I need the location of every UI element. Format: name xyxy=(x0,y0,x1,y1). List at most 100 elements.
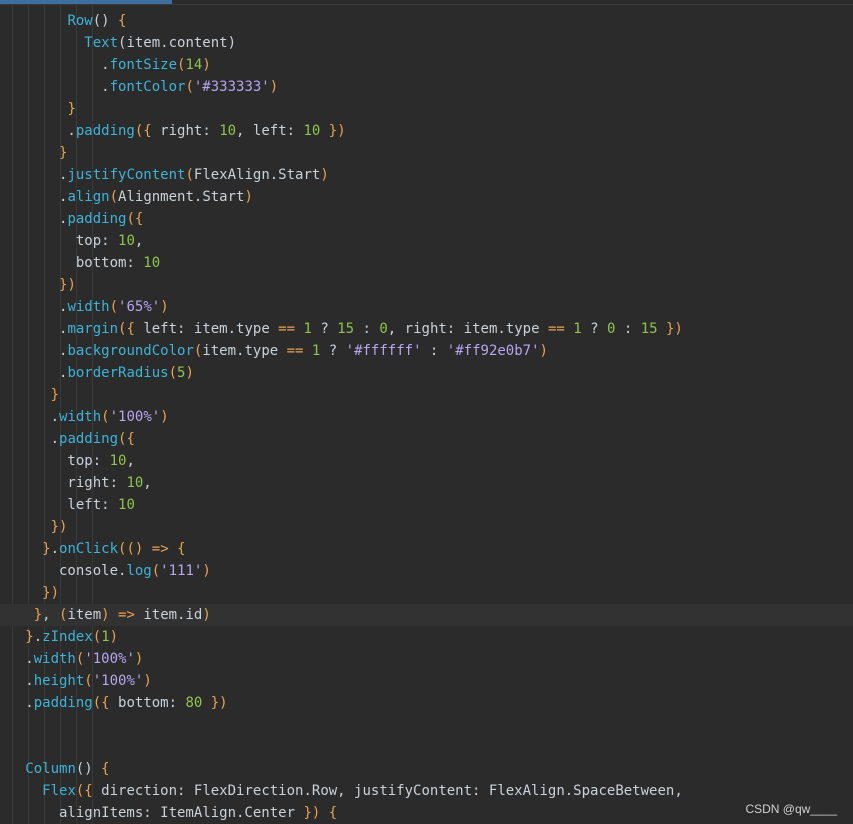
code-token: right: xyxy=(160,123,220,139)
code-token: '100%' xyxy=(84,651,135,667)
code-token: 10 xyxy=(109,453,127,469)
code-line[interactable] xyxy=(0,714,853,736)
code-line[interactable]: Row() { xyxy=(0,10,853,32)
code-line[interactable]: Text(item.content) xyxy=(0,32,853,54)
code-line[interactable]: Flex({ direction: FlexDirection.Row, jus… xyxy=(0,780,853,802)
code-line[interactable]: }) xyxy=(0,516,853,538)
code-token: 15 xyxy=(640,321,658,337)
code-line[interactable]: .width('65%') xyxy=(0,296,853,318)
code-line[interactable]: top: 10, xyxy=(0,450,853,472)
code-line[interactable]: } xyxy=(0,384,853,406)
code-token: ({ xyxy=(118,321,144,337)
code-token: top: xyxy=(0,453,110,469)
code-token: () xyxy=(75,761,102,777)
code-token: ( xyxy=(84,673,93,689)
code-token: '#ff92e0b7' xyxy=(446,343,540,359)
code-token: padding xyxy=(75,123,135,139)
code-token: . xyxy=(0,651,34,667)
code-token: }) xyxy=(657,321,683,337)
code-token: padding xyxy=(33,695,93,711)
code-line[interactable]: .width('100%') xyxy=(0,648,853,670)
code-token: bottom: xyxy=(0,255,144,271)
code-line[interactable]: console.log('111') xyxy=(0,560,853,582)
code-token: 1 xyxy=(573,321,582,337)
code-token: bottom: xyxy=(118,695,186,711)
code-token: item.type xyxy=(202,343,287,359)
code-line[interactable]: top: 10, xyxy=(0,230,853,252)
code-line[interactable]: Column() { xyxy=(0,758,853,780)
code-line[interactable]: bottom: 10 xyxy=(0,252,853,274)
code-line[interactable]: .padding({ xyxy=(0,208,853,230)
code-token: 10 xyxy=(219,123,237,139)
code-token: . xyxy=(0,167,68,183)
code-line[interactable]: }.zIndex(1) xyxy=(0,626,853,648)
code-line[interactable]: }, (item) => item.id) xyxy=(0,604,853,626)
code-token: ( xyxy=(151,563,161,579)
code-token: => xyxy=(151,541,169,557)
code-line[interactable]: alignItems: ItemAlign.Center }) { xyxy=(0,802,853,824)
code-token: Column xyxy=(25,761,76,777)
code-token: ) xyxy=(244,189,253,205)
code-token: 14 xyxy=(185,57,203,73)
code-line[interactable]: .backgroundColor(item.type == 1 ? '#ffff… xyxy=(0,340,853,362)
code-token: (item.content) xyxy=(118,35,237,51)
code-line[interactable]: .fontSize(14) xyxy=(0,54,853,76)
code-line[interactable]: left: 10 xyxy=(0,494,853,516)
code-token: 10 xyxy=(118,497,135,513)
code-token: left: xyxy=(0,497,119,513)
code-line[interactable]: }) xyxy=(0,582,853,604)
code-token: == xyxy=(547,321,565,337)
code-token: log xyxy=(126,563,152,579)
code-token: } xyxy=(42,541,51,557)
code-token: , xyxy=(143,475,152,491)
code-line[interactable]: .align(Alignment.Start) xyxy=(0,186,853,208)
code-line[interactable]: } xyxy=(0,142,853,164)
code-line[interactable]: }) xyxy=(0,274,853,296)
code-line[interactable]: .fontColor('#333333') xyxy=(0,76,853,98)
code-token: { xyxy=(328,805,338,821)
code-lines[interactable]: Row() { Text(item.content) .fontSize(14)… xyxy=(0,10,853,824)
code-line[interactable]: .borderRadius(5) xyxy=(0,362,853,384)
code-token: ? xyxy=(581,321,607,337)
code-line[interactable]: .width('100%') xyxy=(0,406,853,428)
code-token: (() xyxy=(118,541,152,557)
code-token: align xyxy=(67,189,110,205)
code-line[interactable]: .padding({ xyxy=(0,428,853,450)
code-token: == xyxy=(278,321,296,337)
code-line[interactable]: .padding({ right: 10, left: 10 }) xyxy=(0,120,853,142)
code-line[interactable] xyxy=(0,736,853,758)
code-editor[interactable]: Row() { Text(item.content) .fontSize(14)… xyxy=(0,0,853,824)
code-line[interactable]: right: 10, xyxy=(0,472,853,494)
code-token: } xyxy=(25,629,34,645)
code-line[interactable]: .margin({ left: item.type == 1 ? 15 : 0,… xyxy=(0,318,853,340)
code-token: borderRadius xyxy=(67,365,169,381)
code-token: . xyxy=(0,321,68,337)
code-token: ) xyxy=(202,563,211,579)
code-token: fontColor xyxy=(109,79,186,95)
code-line[interactable]: } xyxy=(0,98,853,120)
code-line[interactable]: .justifyContent(FlexAlign.Start) xyxy=(0,164,853,186)
code-token: ({ xyxy=(75,783,102,799)
code-line[interactable]: .height('100%') xyxy=(0,670,853,692)
code-line[interactable]: .padding({ bottom: 80 }) xyxy=(0,692,853,714)
code-token: width xyxy=(33,651,76,667)
code-token: . xyxy=(0,431,60,447)
code-token: } xyxy=(50,387,60,403)
code-token: ( xyxy=(185,167,194,183)
code-token: ) xyxy=(202,607,211,623)
code-token: console. xyxy=(0,563,127,579)
code-token: '111' xyxy=(160,563,203,579)
code-token: }) xyxy=(202,695,228,711)
code-line[interactable]: }.onClick(() => { xyxy=(0,538,853,560)
code-token: ) xyxy=(320,167,329,183)
